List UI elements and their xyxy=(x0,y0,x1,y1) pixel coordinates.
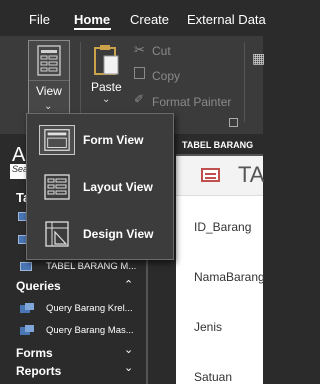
menu-file[interactable]: File xyxy=(29,12,50,27)
document-tab-strip: TABEL BARANG xyxy=(176,134,263,156)
menu-item-label: Layout View xyxy=(83,180,153,194)
nav-item-query-krel[interactable]: Query Barang Krel... xyxy=(0,298,148,320)
paste-button[interactable]: Paste ⌄ xyxy=(86,42,126,122)
menu-item-label: Design View xyxy=(83,227,154,241)
query-icon xyxy=(20,303,34,313)
copy-label: Copy xyxy=(152,69,181,83)
view-icon xyxy=(29,41,69,81)
chevron-down-icon: ⌄ xyxy=(102,94,111,105)
layout-view-icon xyxy=(44,174,70,200)
dialog-launcher-icon[interactable] xyxy=(229,118,238,127)
partial-ribbon-icon: ▦ xyxy=(252,50,266,66)
ribbon-separator xyxy=(244,42,245,122)
view-dropdown-menu: Form View Layout View Design View xyxy=(26,113,174,260)
nav-item-query-mas[interactable]: Query Barang Mas... xyxy=(0,320,148,342)
reports-header[interactable]: Reports xyxy=(16,364,61,378)
scissors-icon: ✂ xyxy=(134,42,145,57)
copy-icon xyxy=(134,67,145,79)
active-tab-underline xyxy=(74,28,111,30)
chevron-up-icon[interactable]: ⌃ xyxy=(124,278,133,291)
field-label-jenis: Jenis xyxy=(194,320,223,334)
menu-item-design-view[interactable]: Design View xyxy=(27,211,173,257)
form-title: TA xyxy=(238,162,265,187)
menu-home[interactable]: Home xyxy=(74,12,110,27)
menu-item-label: Form View xyxy=(83,133,144,147)
paintbrush-icon: ✐ xyxy=(134,92,145,106)
chevron-down-icon[interactable]: ⌄ xyxy=(124,343,133,356)
field-label-id-barang: ID_Barang xyxy=(194,220,252,234)
field-label-satuan: Satuan xyxy=(194,370,233,384)
format-painter-button[interactable]: ✐ Format Painter xyxy=(134,92,234,110)
menu-item-layout-view[interactable]: Layout View xyxy=(27,164,173,210)
tab-tabel-barang[interactable]: TABEL BARANG xyxy=(176,134,263,156)
table-icon xyxy=(20,262,32,271)
ribbon-separator xyxy=(80,42,81,122)
design-view-icon xyxy=(45,221,69,247)
queries-header[interactable]: Queries xyxy=(16,279,61,293)
nav-item-label: TABEL BARANG M... xyxy=(46,261,137,272)
format-painter-label: Format Painter xyxy=(152,95,232,109)
paste-label: Paste xyxy=(91,80,122,94)
menu-bar: File Home Create External Data xyxy=(0,0,266,36)
nav-item-label: Query Barang Krel... xyxy=(46,303,133,314)
menu-external-data[interactable]: External Data xyxy=(187,12,266,27)
copy-button[interactable]: Copy xyxy=(134,66,224,84)
chevron-down-icon: ⌄ xyxy=(44,101,53,112)
query-icon xyxy=(20,325,34,335)
view-label: View xyxy=(36,84,62,98)
clipboard-icon xyxy=(94,45,119,75)
cut-label: Cut xyxy=(152,44,171,58)
menu-create[interactable]: Create xyxy=(130,12,169,27)
form-header: TA xyxy=(176,156,265,196)
form-view-icon xyxy=(39,125,75,155)
cut-button[interactable]: ✂ Cut xyxy=(134,42,224,60)
chevron-down-icon[interactable]: ⌄ xyxy=(124,361,133,374)
nav-item-label: Query Barang Mas... xyxy=(46,325,134,336)
form-document: TA ID_Barang NamaBarang Jenis Satuan xyxy=(176,156,265,384)
forms-header[interactable]: Forms xyxy=(16,346,53,360)
form-icon xyxy=(201,168,220,182)
field-label-nama-barang: NamaBarang xyxy=(194,270,265,284)
menu-item-form-view[interactable]: Form View xyxy=(27,117,173,163)
